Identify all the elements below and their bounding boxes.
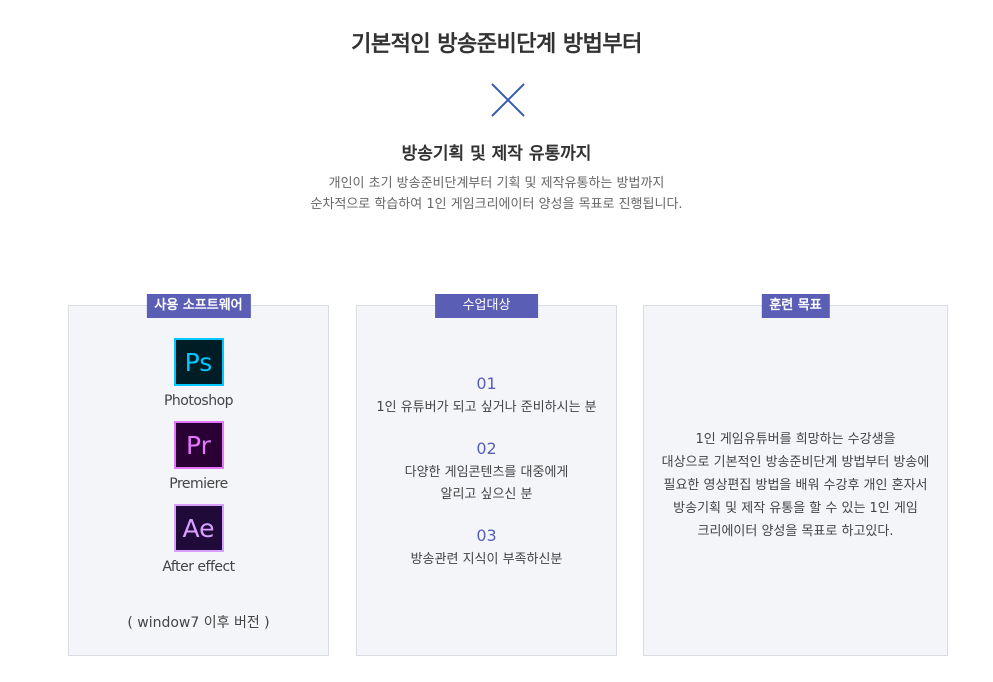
goal-line: 크리에이터 양성을 목표로 하고있다. xyxy=(697,524,894,539)
target-list: 01 1인 유튜버가 되고 싶거나 준비하시는 분 02 다양한 게임콘텐츠를 … xyxy=(357,374,616,591)
after-effects-icon: Ae xyxy=(173,504,224,552)
goal-line: 대상으로 기본적인 방송준비단계 방법부터 방송에 xyxy=(661,455,930,470)
target-text: 방송관련 지식이 부족하신분 xyxy=(410,552,563,567)
description-line: 순차적으로 학습하여 1인 게임크리에이터 양성을 목표로 진행됩니다. xyxy=(310,197,683,212)
target-card: 수업대상 01 1인 유튜버가 되고 싶거나 준비하시는 분 02 다양한 게임… xyxy=(356,294,617,656)
software-name: Premiere xyxy=(169,476,228,492)
premiere-icon: Pr xyxy=(173,421,224,469)
goal-line: 방송기획 및 제작 유통을 할 수 있는 1인 게임 xyxy=(673,501,918,516)
software-list: Ps Photoshop Pr Premiere Ae After effect xyxy=(69,338,328,587)
software-version-note: ( window7 이후 버전 ) xyxy=(127,615,270,631)
target-item: 02 다양한 게임콘텐츠를 대중에게 알리고 싶으신 분 xyxy=(357,439,616,506)
software-card-label: 사용 소프트웨어 xyxy=(146,294,251,318)
goal-card-label: 훈련 목표 xyxy=(761,294,830,318)
goal-line: 필요한 영상편집 방법을 배워 수강후 개인 혼자서 xyxy=(663,478,928,493)
target-card-label: 수업대상 xyxy=(434,294,539,318)
software-item-photoshop: Ps Photoshop xyxy=(69,338,328,409)
software-card: 사용 소프트웨어 Ps Photoshop Pr Premiere Ae Aft… xyxy=(68,294,329,656)
software-name: Photoshop xyxy=(163,393,234,409)
goal-card: 훈련 목표 1인 게임유튜버를 희망하는 수강생을 대상으로 기본적인 방송준비… xyxy=(643,294,948,656)
software-item-after-effects: Ae After effect xyxy=(69,504,328,575)
goal-text: 1인 게임유튜버를 희망하는 수강생을 대상으로 기본적인 방송준비단계 방법부… xyxy=(644,428,947,543)
page-description: 개인이 초기 방송준비단계부터 기획 및 제작유통하는 방법까지 순차적으로 학… xyxy=(0,173,993,215)
target-number: 02 xyxy=(476,439,497,458)
software-name: After effect xyxy=(162,559,235,575)
page-title: 기본적인 방송준비단계 방법부터 xyxy=(351,32,642,57)
target-text: 알리고 싶으신 분 xyxy=(440,487,533,502)
target-number: 01 xyxy=(476,374,497,393)
target-text: 1인 유튜버가 되고 싶거나 준비하시는 분 xyxy=(376,400,597,415)
page-subtitle: 방송기획 및 제작 유통까지 xyxy=(401,144,592,164)
target-item: 01 1인 유튜버가 되고 싶거나 준비하시는 분 xyxy=(357,374,616,419)
target-text: 다양한 게임콘텐츠를 대중에게 xyxy=(404,465,569,480)
photoshop-icon: Ps xyxy=(173,338,224,386)
cross-icon xyxy=(491,83,525,117)
description-line: 개인이 초기 방송준비단계부터 기획 및 제작유통하는 방법까지 xyxy=(328,176,665,191)
goal-line: 1인 게임유튜버를 희망하는 수강생을 xyxy=(695,432,896,447)
target-number: 03 xyxy=(476,526,497,545)
software-item-premiere: Pr Premiere xyxy=(69,421,328,492)
target-item: 03 방송관련 지식이 부족하신분 xyxy=(357,526,616,571)
page: 기본적인 방송준비단계 방법부터 방송기획 및 제작 유통까지 개인이 초기 방… xyxy=(0,0,993,682)
